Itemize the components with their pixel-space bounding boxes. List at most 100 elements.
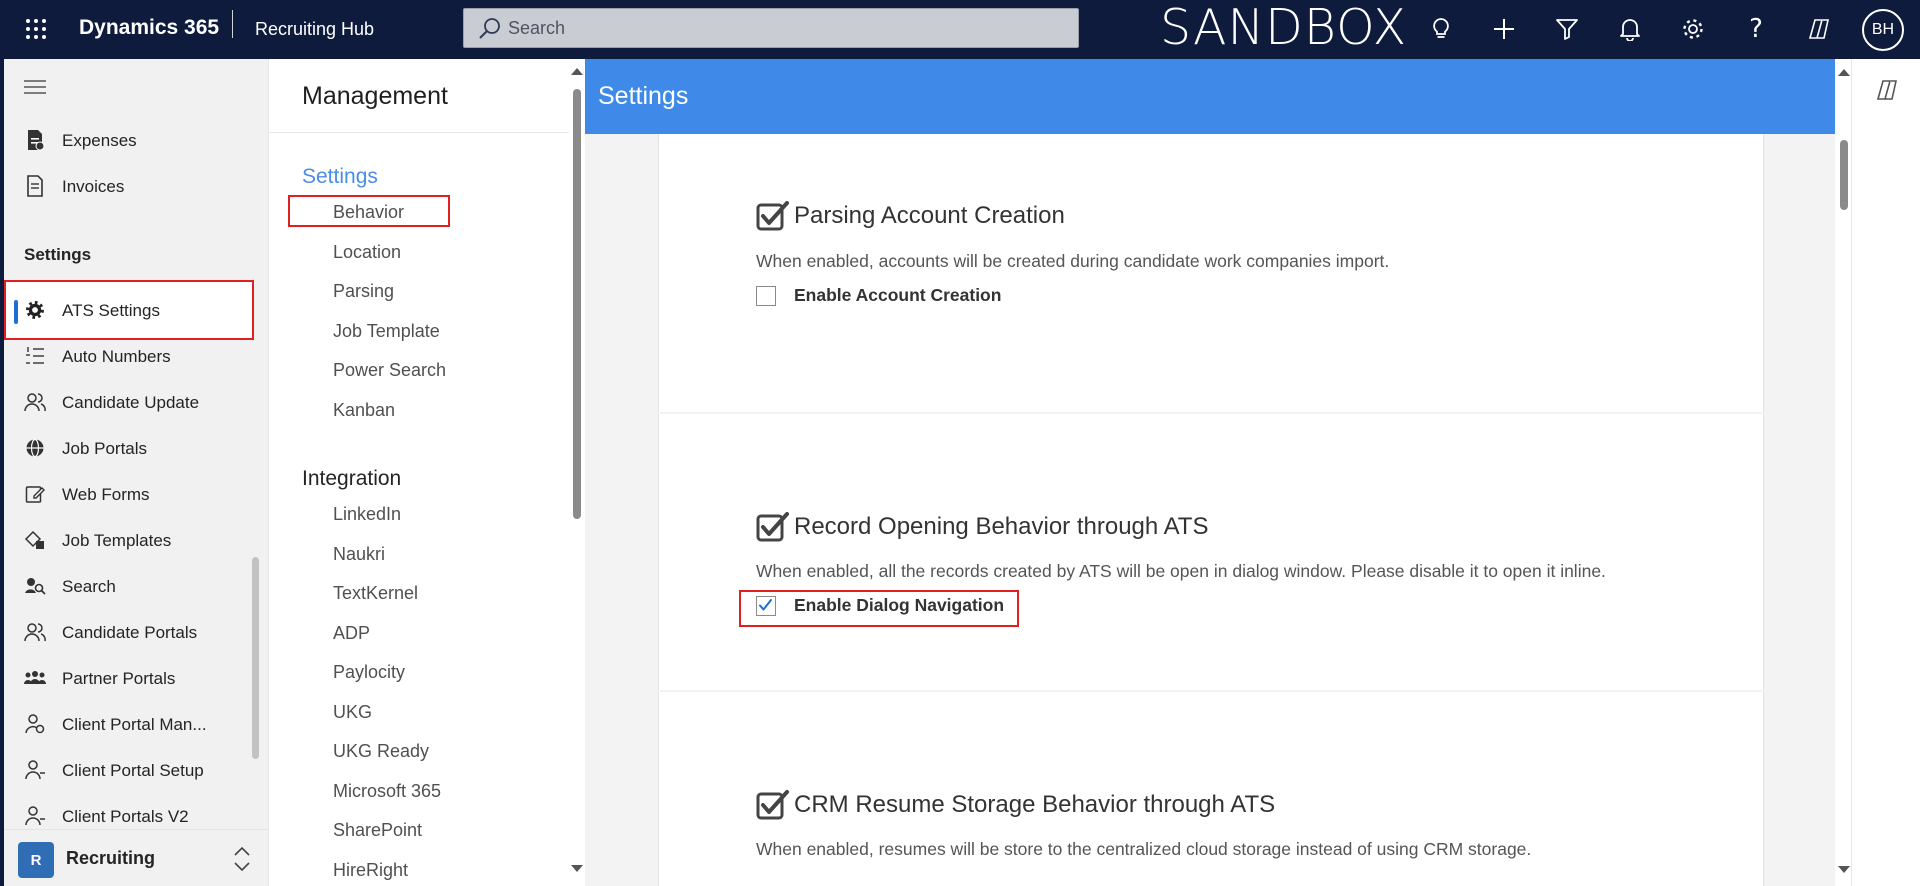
nav-item-candidate-portals[interactable]: Candidate Portals	[4, 610, 268, 654]
nav-item-web-forms[interactable]: Web Forms	[4, 472, 268, 516]
nav-item-label: Client Portals V2	[62, 807, 189, 826]
link-sharepoint[interactable]: SharePoint	[333, 818, 422, 842]
form-edit-icon	[24, 483, 46, 505]
lightbulb-icon[interactable]	[1424, 12, 1458, 46]
person-settings-icon	[24, 713, 46, 735]
checked-box-icon	[756, 790, 789, 820]
app-launcher-icon[interactable]	[20, 13, 52, 45]
scroll-thumb[interactable]	[573, 89, 581, 519]
banner-title: Settings	[598, 82, 689, 110]
scroll-down-arrow-icon[interactable]	[1838, 866, 1850, 873]
help-icon[interactable]: ?	[1739, 12, 1773, 46]
link-kanban[interactable]: Kanban	[333, 398, 395, 422]
management-title: Management	[302, 82, 448, 110]
person-icon	[24, 805, 46, 827]
gear-icon[interactable]	[1676, 12, 1710, 46]
nav-item-client-portal-management[interactable]: Client Portal Man...	[4, 702, 268, 746]
link-naukri[interactable]: Naukri	[333, 542, 385, 566]
content-scroll-thumb[interactable]	[1840, 140, 1848, 210]
title-divider	[232, 10, 233, 38]
global-search[interactable]	[463, 8, 1079, 48]
nav-item-ats-settings[interactable]: ATS Settings	[4, 288, 268, 332]
filter-icon[interactable]	[1550, 12, 1584, 46]
nav-item-label: Client Portal Setup	[62, 761, 204, 780]
section-title: Parsing Account Creation	[794, 202, 1065, 229]
link-behavior[interactable]: Behavior	[333, 200, 404, 224]
scroll-down-arrow-icon[interactable]	[571, 865, 583, 872]
right-rail	[1851, 59, 1920, 886]
link-microsoft-365[interactable]: Microsoft 365	[333, 779, 441, 803]
top-bar: Dynamics 365 Recruiting Hub SANDBOX ? BH	[0, 0, 1920, 59]
nav-item-label: Job Templates	[62, 531, 172, 550]
link-textkernel[interactable]: TextKernel	[333, 581, 418, 605]
globe-icon	[24, 437, 46, 459]
invoices-icon	[24, 175, 46, 197]
section-card-resume-storage: CRM Resume Storage Behavior through ATS …	[658, 692, 1764, 886]
management-scrollbar[interactable]	[569, 59, 585, 886]
link-parsing[interactable]: Parsing	[333, 279, 394, 303]
group-settings[interactable]: Settings	[302, 164, 378, 190]
link-hireright[interactable]: HireRight	[333, 858, 408, 882]
app-name[interactable]: Dynamics 365	[79, 13, 219, 43]
link-ukg[interactable]: UKG	[333, 700, 372, 724]
nav-item-label: Invoices	[62, 177, 125, 196]
hub-name[interactable]: Recruiting Hub	[255, 15, 374, 43]
plus-icon[interactable]	[1487, 12, 1521, 46]
nav-item-search[interactable]: Search	[4, 564, 268, 608]
scroll-up-arrow-icon[interactable]	[571, 68, 583, 75]
nav-item-label: Search	[62, 577, 116, 596]
template-icon	[24, 529, 46, 551]
copilot-icon[interactable]	[1802, 12, 1836, 46]
section-card-record-opening: Record Opening Behavior through ATS When…	[658, 414, 1764, 690]
group-icon	[24, 667, 46, 689]
section-description: When enabled, accounts will be created d…	[756, 251, 1390, 271]
nav-item-expenses[interactable]: Expenses	[4, 118, 268, 162]
link-paylocity[interactable]: Paylocity	[333, 660, 405, 684]
area-badge: R	[18, 842, 54, 878]
link-linkedin[interactable]: LinkedIn	[333, 502, 401, 526]
settings-banner: Settings	[585, 59, 1835, 134]
area-switcher[interactable]: R Recruiting	[4, 829, 268, 886]
nav-item-partner-portals[interactable]: Partner Portals	[4, 656, 268, 700]
nav-item-auto-numbers[interactable]: Auto Numbers	[4, 334, 268, 378]
user-avatar[interactable]: BH	[1862, 9, 1904, 51]
nav-item-label: ATS Settings	[62, 301, 160, 320]
link-power-search[interactable]: Power Search	[333, 358, 446, 382]
nav-item-label: Client Portal Man...	[62, 715, 207, 734]
link-location[interactable]: Location	[333, 240, 401, 264]
bell-icon[interactable]	[1613, 12, 1647, 46]
nav-item-label: Partner Portals	[62, 669, 176, 688]
option-enable-account-creation[interactable]: Enable Account Creation	[756, 285, 1001, 306]
group-integration[interactable]: Integration	[302, 466, 401, 492]
option-highlight-box	[739, 590, 1019, 627]
section-description: When enabled, resumes will be store to t…	[756, 839, 1532, 859]
section-header: Parsing Account Creation	[756, 200, 1065, 232]
nav-item-job-templates[interactable]: Job Templates	[4, 518, 268, 562]
link-adp[interactable]: ADP	[333, 621, 370, 645]
search-input[interactable]	[508, 9, 1068, 47]
link-ukg-ready[interactable]: UKG Ready	[333, 739, 429, 763]
hamburger-icon[interactable]	[24, 79, 48, 95]
nav-item-label: Auto Numbers	[62, 347, 171, 366]
checked-box-icon	[756, 512, 789, 542]
scroll-up-arrow-icon[interactable]	[1838, 69, 1850, 76]
chevron-up-down-icon	[234, 846, 250, 872]
nav-item-client-portal-setup[interactable]: Client Portal Setup	[4, 748, 268, 792]
checkbox-unchecked[interactable]	[756, 285, 776, 306]
sitemap-nav: Expenses Invoices Settings ATS Settings …	[0, 59, 268, 886]
nav-scrollbar[interactable]	[252, 557, 259, 759]
copilot-icon[interactable]	[1875, 78, 1899, 107]
people-icon	[24, 391, 46, 413]
nav-item-candidate-update[interactable]: Candidate Update	[4, 380, 268, 424]
option-label: Enable Account Creation	[794, 285, 1002, 305]
nav-section-heading: Settings	[24, 245, 92, 264]
people-icon	[24, 621, 46, 643]
gear-icon	[24, 299, 46, 321]
settings-content: Settings Parsing Account Creation When e…	[585, 59, 1850, 886]
nav-item-invoices[interactable]: Invoices	[4, 164, 268, 208]
link-job-template[interactable]: Job Template	[333, 319, 440, 343]
area-label: Recruiting	[66, 848, 156, 868]
section-card-parsing: Parsing Account Creation When enabled, a…	[658, 134, 1764, 412]
nav-item-job-portals[interactable]: Job Portals	[4, 426, 268, 470]
search-icon	[479, 18, 500, 39]
